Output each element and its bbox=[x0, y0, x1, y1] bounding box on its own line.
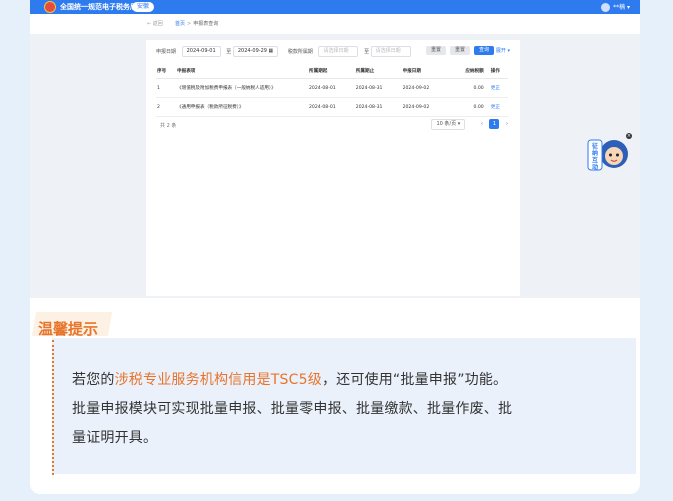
cell-no: 1 bbox=[156, 78, 176, 98]
tip-dotted-line bbox=[52, 340, 54, 475]
table-row: 1 《增值税及附加税费申报表（一般纳税人适用）》 2024-08-01 2024… bbox=[156, 78, 508, 98]
top-bar: 全国统一规范电子税务局 安徽 **楠 ▾ bbox=[30, 0, 640, 14]
calendar-icon: ▦ bbox=[268, 48, 274, 54]
tip-title: 温馨提示 bbox=[38, 320, 99, 338]
breadcrumb: 首页 > 申报表查询 bbox=[175, 21, 219, 27]
page-size-select[interactable]: 10 条/页 ▾ bbox=[431, 119, 466, 130]
back-button[interactable]: ← 返回 bbox=[147, 20, 163, 27]
clear-button[interactable]: 重置 bbox=[450, 46, 471, 55]
avatar bbox=[601, 3, 611, 12]
table-row: 2 《通用申报表（税款所征税费）》 2024-08-01 2024-08-31 … bbox=[156, 97, 508, 117]
breadcrumb-bar: ← 返回 首页 > 申报表查询 bbox=[30, 14, 640, 34]
col-date: 申报日期 bbox=[401, 64, 449, 79]
cell-name: 《通用申报表（税款所征税费）》 bbox=[176, 97, 308, 117]
period-to-input[interactable]: 请选择日期 bbox=[370, 46, 411, 57]
cell-start: 2024-08-01 bbox=[308, 97, 355, 117]
declare-date-label: 申报日期 bbox=[156, 49, 177, 55]
col-no: 序号 bbox=[156, 64, 176, 79]
period-label: 税款所属期 bbox=[287, 49, 313, 55]
tip-line-3: 量证明开具。 bbox=[72, 430, 158, 446]
query-panel: 申报日期 2024-09-01 至 2024-09-29 ▦ 税款所属期 请选择… bbox=[146, 40, 520, 296]
tip-line-1: 若您的涉税专业服务机构信用是TSC5级，还可使用“批量申报”功能。 bbox=[72, 372, 508, 388]
user-menu[interactable]: **楠 ▾ bbox=[601, 2, 630, 12]
mascot-assistant-icon[interactable]: 征 纳 互 动 bbox=[586, 132, 630, 172]
correct-link[interactable]: 更正 bbox=[489, 97, 508, 117]
col-start: 所属期起 bbox=[308, 64, 355, 79]
filter-row: 申报日期 2024-09-01 至 2024-09-29 ▦ 税款所属期 请选择… bbox=[156, 46, 415, 57]
col-end: 所属期止 bbox=[354, 64, 402, 79]
col-tax: 应纳税额 bbox=[448, 64, 490, 79]
cell-tax: 0.00 bbox=[448, 78, 490, 98]
cell-tax: 0.00 bbox=[448, 97, 490, 117]
tip-highlight: 涉税专业服务机构信用是TSC5级 bbox=[114, 372, 322, 388]
mascot-text-3: 互 bbox=[592, 156, 598, 164]
cell-end: 2024-08-31 bbox=[354, 97, 402, 117]
col-action: 操作 bbox=[489, 64, 508, 79]
cell-start: 2024-08-01 bbox=[308, 78, 355, 98]
query-button[interactable]: 查询 bbox=[474, 46, 495, 55]
cell-date: 2024-09-02 bbox=[401, 78, 449, 98]
table-header-row: 序号 申报表项 所属期起 所属期止 申报日期 应纳税额 操作 bbox=[156, 64, 508, 79]
prev-page-icon[interactable]: ‹ bbox=[481, 121, 483, 127]
declaration-table: 序号 申报表项 所属期起 所属期止 申报日期 应纳税额 操作 1 《增值税及附加… bbox=[156, 64, 508, 117]
breadcrumb-current: 申报表查询 bbox=[193, 21, 219, 27]
app-title: 全国统一规范电子税务局 bbox=[60, 3, 137, 11]
period-from-input[interactable]: 请选择日期 bbox=[318, 46, 359, 57]
col-name: 申报表项 bbox=[176, 64, 308, 79]
mascot-text-1: 征 bbox=[591, 142, 598, 150]
cell-end: 2024-08-31 bbox=[354, 78, 402, 98]
cell-no: 2 bbox=[156, 97, 176, 117]
cell-date: 2024-09-02 bbox=[401, 97, 449, 117]
mascot-text-2: 纳 bbox=[592, 149, 598, 157]
total-count: 共 2 条 bbox=[160, 123, 177, 129]
reset-button[interactable]: 重置 bbox=[426, 46, 447, 55]
region-selector[interactable]: 安徽 bbox=[132, 2, 155, 12]
breadcrumb-home[interactable]: 首页 bbox=[175, 21, 185, 27]
page-number-current[interactable]: 1 bbox=[489, 119, 500, 129]
correct-link[interactable]: 更正 bbox=[489, 78, 508, 98]
cell-name: 《增值税及附加税费申报表（一般纳税人适用）》 bbox=[176, 78, 308, 98]
pagination: 10 条/页 ▾ ‹ 1 › bbox=[431, 119, 508, 130]
close-icon[interactable]: × bbox=[626, 133, 632, 139]
expand-toggle[interactable]: 展开 ▾ bbox=[496, 47, 510, 54]
next-page-icon[interactable]: › bbox=[506, 121, 508, 127]
range-separator-2: 至 bbox=[364, 49, 370, 55]
tax-emblem-icon bbox=[44, 1, 56, 13]
range-separator: 至 bbox=[226, 49, 232, 55]
user-name: **楠 bbox=[613, 4, 626, 11]
date-to-input[interactable]: 2024-09-29 ▦ bbox=[232, 46, 279, 57]
date-from-input[interactable]: 2024-09-01 bbox=[181, 46, 221, 57]
tip-line-2: 批量申报模块可实现批量申报、批量零申报、批量缴款、批量作废、批 bbox=[72, 401, 513, 417]
mascot-text-4: 动 bbox=[592, 163, 598, 171]
